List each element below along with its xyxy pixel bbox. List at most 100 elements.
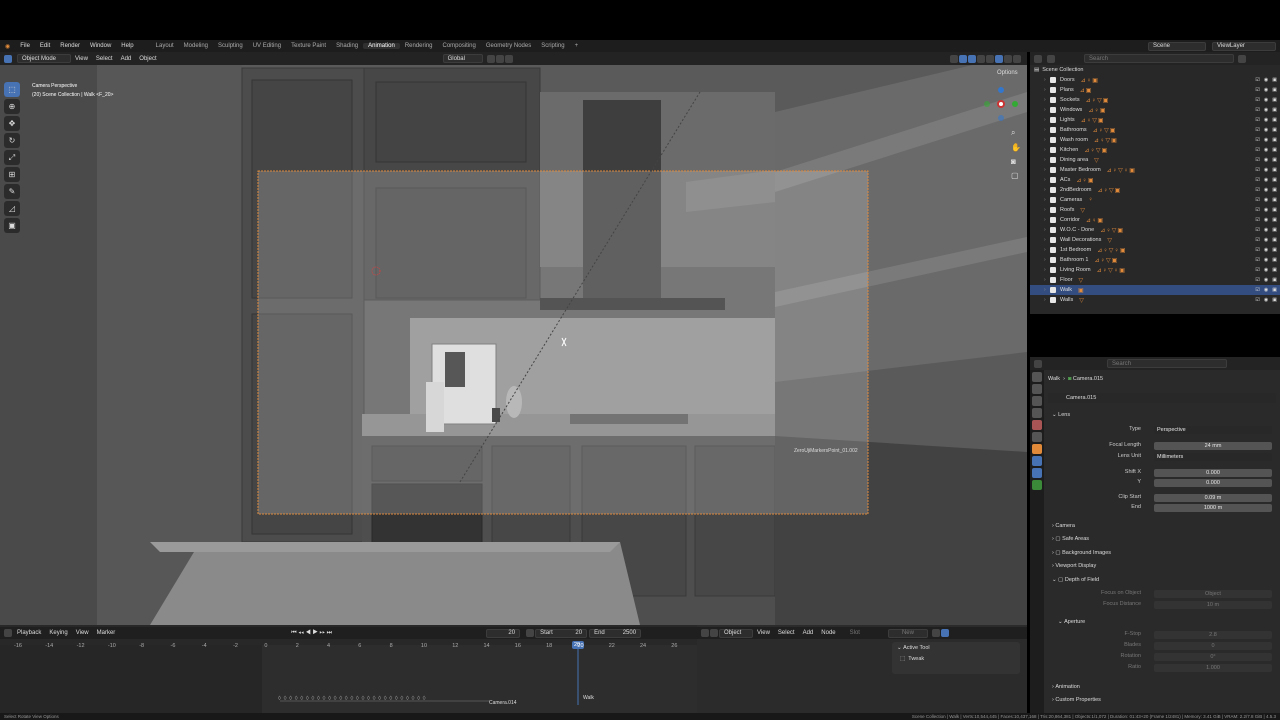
tab-scripting[interactable]: Scripting (536, 43, 569, 49)
camera-render-icon[interactable]: ▣ (1272, 257, 1277, 263)
menu-add[interactable]: Add (117, 56, 136, 62)
eye-icon[interactable]: ◉ (1264, 157, 1268, 163)
tab-texture-paint[interactable]: Texture Paint (286, 43, 331, 49)
camera-render-icon[interactable]: ▣ (1272, 97, 1277, 103)
menu-keying[interactable]: Keying (45, 630, 71, 636)
eye-icon[interactable]: ◉ (1264, 257, 1268, 263)
tab-compositing[interactable]: Compositing (438, 43, 481, 49)
exclude-checkbox-icon[interactable]: ☑ (1255, 147, 1259, 153)
camera-render-icon[interactable]: ▣ (1272, 287, 1277, 293)
camera-render-icon[interactable]: ▣ (1272, 177, 1277, 183)
node-editor[interactable]: Object View Select Add Node Slot New ⌄ A… (697, 625, 1027, 720)
outliner-item[interactable]: › Doors ⊿♀▣ ☑ ◉ ▣ (1030, 75, 1280, 85)
camera-render-icon[interactable]: ▣ (1272, 137, 1277, 143)
menu-edit[interactable]: Edit (35, 43, 55, 49)
exclude-checkbox-icon[interactable]: ☑ (1255, 117, 1259, 123)
gizmo-toggle-icon[interactable] (959, 54, 967, 63)
menu-view[interactable]: View (71, 56, 92, 62)
next-key-icon[interactable]: ▸▸ (320, 630, 325, 636)
section-depth-of-field[interactable]: ⌄ ▢ Depth of Field (1046, 574, 1276, 585)
expand-icon[interactable]: › (1044, 227, 1046, 233)
add-cube-icon[interactable]: ▣ (4, 218, 20, 233)
outliner-item[interactable]: › Wash room ⊿♀▽▣ ☑ ◉ ▣ (1030, 135, 1280, 145)
outliner-item[interactable]: › Master Bedroom ⊿♀▽♀▣ ☑ ◉ ▣ (1030, 165, 1280, 175)
cursor-icon[interactable]: ⊕ (4, 99, 20, 114)
exclude-checkbox-icon[interactable]: ☑ (1255, 207, 1259, 213)
move-icon[interactable]: ✥ (4, 116, 20, 131)
collection-checkbox-icon[interactable] (1050, 107, 1056, 113)
physics-tab-icon[interactable] (1032, 456, 1042, 466)
focus-object-field[interactable]: Object (1154, 590, 1272, 598)
camera-render-icon[interactable]: ▣ (1272, 227, 1277, 233)
camera-render-icon[interactable]: ▣ (1272, 237, 1277, 243)
clip-end-field[interactable]: 1000 m (1154, 504, 1272, 512)
node-menu-add[interactable]: Add (799, 630, 818, 636)
camera-render-icon[interactable]: ▣ (1272, 167, 1277, 173)
exclude-checkbox-icon[interactable]: ☑ (1255, 217, 1259, 223)
eye-icon[interactable]: ◉ (1264, 107, 1268, 113)
pivot-icon[interactable] (486, 54, 495, 63)
collection-checkbox-icon[interactable] (1050, 157, 1056, 163)
shading-rendered-icon[interactable] (1013, 54, 1021, 63)
jump-start-icon[interactable]: ⏮ (291, 630, 296, 636)
eye-icon[interactable]: ◉ (1264, 127, 1268, 133)
eye-icon[interactable]: ◉ (1264, 87, 1268, 93)
collection-checkbox-icon[interactable] (1050, 257, 1056, 263)
measure-icon[interactable]: ◿ (4, 201, 20, 216)
expand-icon[interactable]: › (1044, 147, 1046, 153)
visibility-icon[interactable] (950, 54, 958, 63)
xray-icon[interactable] (977, 54, 985, 63)
editor-type-icon[interactable] (4, 54, 12, 63)
outliner-item[interactable]: › Walls ▽ ☑ ◉ ▣ (1030, 295, 1280, 305)
exclude-checkbox-icon[interactable]: ☑ (1255, 267, 1259, 273)
menu-playback[interactable]: Playback (13, 630, 45, 636)
outliner-item[interactable]: › Bathrooms ⊿♀▽▣ ☑ ◉ ▣ (1030, 125, 1280, 135)
outliner-item[interactable]: › Cameras ♀ ☑ ◉ ▣ (1030, 195, 1280, 205)
eye-icon[interactable]: ◉ (1264, 97, 1268, 103)
outliner-item[interactable]: › Dining area ▽ ☑ ◉ ▣ (1030, 155, 1280, 165)
scale-icon[interactable]: ⤢ (4, 150, 20, 165)
exclude-checkbox-icon[interactable]: ☑ (1255, 197, 1259, 203)
outliner-item[interactable]: › Windows ⊿♀▣ ☑ ◉ ▣ (1030, 105, 1280, 115)
view-layer-selector[interactable]: ViewLayer (1212, 41, 1276, 51)
timeline[interactable]: 20 Camera.014 Walk ◊◊◊◊◊◊◊◊◊◊◊◊◊◊◊◊◊◊◊◊◊… (0, 625, 697, 720)
section-aperture[interactable]: ⌄ Aperture (1046, 616, 1276, 627)
eye-icon[interactable]: ◉ (1264, 227, 1268, 233)
menu-render[interactable]: Render (55, 43, 85, 49)
exclude-checkbox-icon[interactable]: ☑ (1255, 187, 1259, 193)
eye-icon[interactable]: ◉ (1264, 267, 1268, 273)
outliner-item[interactable]: › ACs ⊿♀▣ ☑ ◉ ▣ (1030, 175, 1280, 185)
ratio-field[interactable]: 1.000 (1154, 664, 1272, 672)
camera-render-icon[interactable]: ▣ (1272, 147, 1277, 153)
expand-icon[interactable]: › (1044, 157, 1046, 163)
outliner-item[interactable]: › Lights ⊿♀▽▣ ☑ ◉ ▣ (1030, 115, 1280, 125)
expand-icon[interactable]: › (1044, 217, 1046, 223)
pan-hand-icon[interactable]: ✋ (1011, 143, 1021, 152)
expand-icon[interactable]: › (1044, 267, 1046, 273)
play-reverse-icon[interactable]: ◀ (305, 630, 310, 636)
expand-icon[interactable]: › (1044, 177, 1046, 183)
eye-icon[interactable]: ◉ (1264, 117, 1268, 123)
shift-x-field[interactable]: 0.000 (1154, 469, 1272, 477)
node-menu-node[interactable]: Node (817, 630, 839, 636)
object-tab-icon[interactable] (1032, 444, 1042, 454)
camera-render-icon[interactable]: ▣ (1272, 267, 1277, 273)
outliner-item[interactable]: › Floor ▽ ☑ ◉ ▣ (1030, 275, 1280, 285)
transform-icon[interactable]: ⊞ (4, 167, 20, 182)
fstop-field[interactable]: 2.8 (1154, 631, 1272, 639)
section-camera[interactable]: › Camera (1046, 520, 1276, 531)
exclude-checkbox-icon[interactable]: ☑ (1255, 127, 1259, 133)
section-viewport-display[interactable]: › Viewport Display (1046, 560, 1276, 571)
shift-y-field[interactable]: 0.000 (1154, 479, 1272, 487)
camera-render-icon[interactable]: ▣ (1272, 187, 1277, 193)
play-icon[interactable]: ▶ (313, 630, 318, 636)
lock-icon[interactable]: ▢ (1011, 171, 1021, 180)
expand-icon[interactable]: › (1044, 167, 1046, 173)
sidebar-toggle-icon[interactable] (940, 629, 949, 637)
snap-icon[interactable] (495, 54, 504, 63)
overlay-toggle-icon[interactable] (968, 54, 976, 63)
collection-checkbox-icon[interactable] (1050, 287, 1056, 293)
blades-field[interactable]: 0 (1154, 642, 1272, 650)
collection-checkbox-icon[interactable] (1050, 217, 1056, 223)
collection-checkbox-icon[interactable] (1050, 77, 1056, 83)
